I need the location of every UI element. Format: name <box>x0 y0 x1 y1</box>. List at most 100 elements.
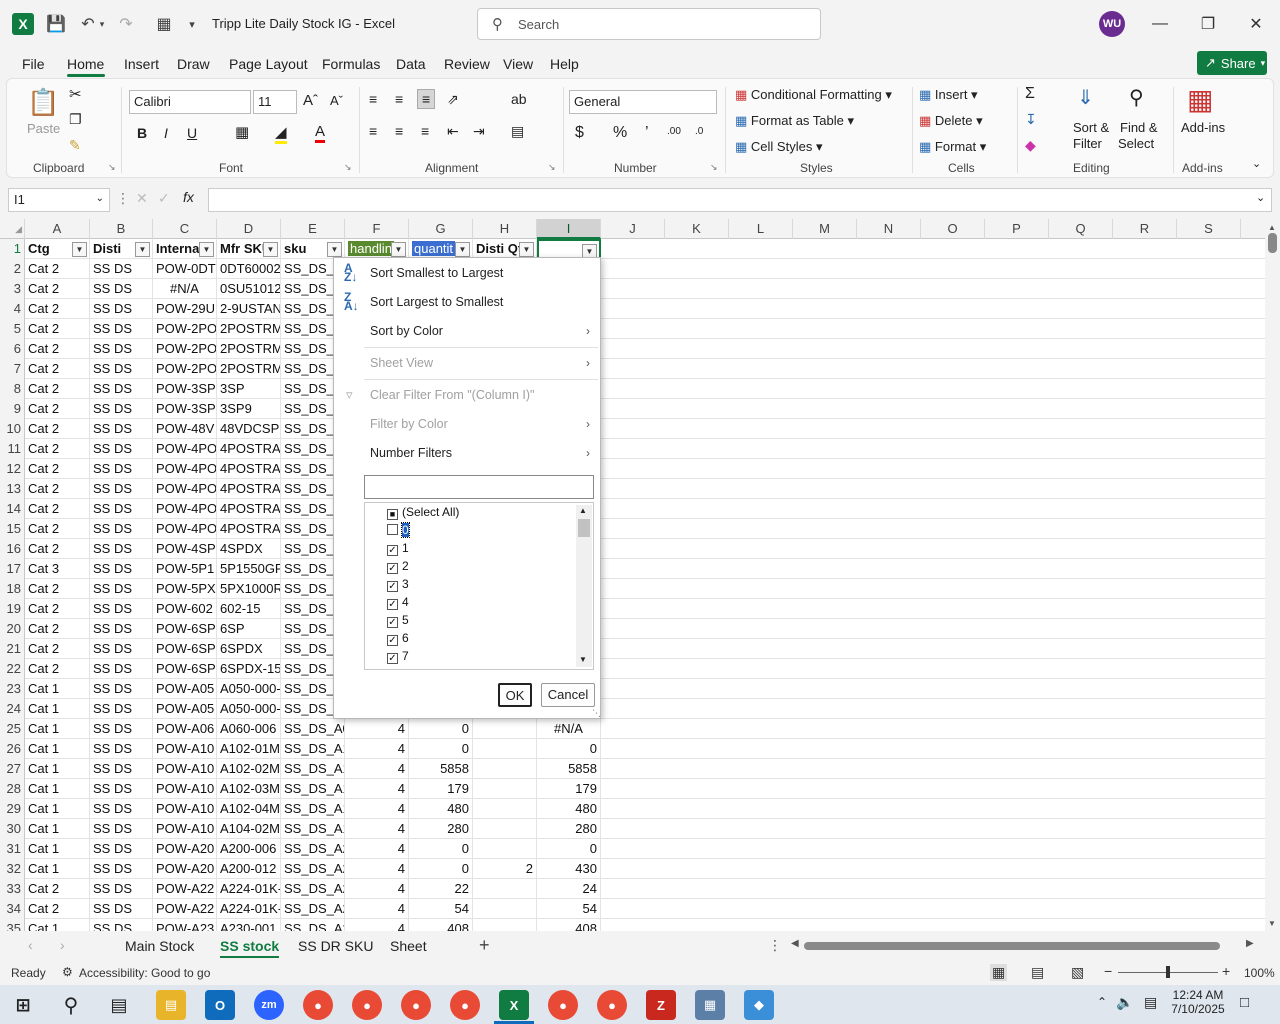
font-launcher-icon[interactable]: ↘ <box>344 162 352 173</box>
row-header[interactable]: 19 <box>0 599 25 619</box>
restore-icon[interactable]: ❐ <box>1193 10 1223 38</box>
column-header-b[interactable]: B <box>90 219 153 239</box>
minimize-icon[interactable]: — <box>1145 10 1175 38</box>
hscroll-right-icon[interactable]: ▶ <box>1246 938 1254 949</box>
cell-b[interactable]: SS DS <box>90 399 153 419</box>
align-middle-icon[interactable]: ≡ <box>395 91 403 107</box>
cell-a[interactable]: Cat 2 <box>25 259 90 279</box>
borders-icon[interactable]: ▦ <box>235 123 249 141</box>
cell-h[interactable] <box>473 799 537 819</box>
chrome-icon[interactable]: ● <box>303 990 333 1020</box>
ok-button[interactable]: OK <box>498 683 532 707</box>
vertical-scrollbar[interactable]: ▲ ▼ <box>1265 219 1280 931</box>
align-center-icon[interactable]: ≡ <box>395 123 403 139</box>
cell-f[interactable]: 4 <box>345 839 409 859</box>
close-icon[interactable]: ✕ <box>1241 10 1271 38</box>
start-icon[interactable]: ⊞ <box>8 990 38 1020</box>
align-bottom-icon[interactable]: ≡ <box>417 89 436 109</box>
chrome-icon[interactable]: ● <box>450 990 480 1020</box>
cell-c[interactable]: POW-4PO <box>153 459 217 479</box>
sheet-tab-sheet[interactable]: Sheet <box>390 938 427 954</box>
cell-c[interactable]: POW-A20 <box>153 859 217 879</box>
cell-i[interactable]: 480 <box>537 799 601 819</box>
cell-d[interactable]: A102-04M <box>217 799 281 819</box>
decrease-indent-icon[interactable]: ⇤ <box>447 123 459 140</box>
cell-a[interactable]: Cat 2 <box>25 419 90 439</box>
filter-value-item[interactable]: 0 <box>387 521 410 539</box>
find-select-icon[interactable]: ⚲ <box>1129 85 1144 110</box>
tab-split-icon[interactable]: ⋮ <box>768 937 782 954</box>
cell-e[interactable]: SS_DS_A2 <box>281 899 345 919</box>
row-header[interactable]: 20 <box>0 619 25 639</box>
sort-filter-label-2[interactable]: Filter <box>1073 136 1102 151</box>
row-header[interactable]: 23 <box>0 679 25 699</box>
cell-d[interactable]: 3SP <box>217 379 281 399</box>
wrap-text-icon[interactable]: ab <box>511 91 527 107</box>
chrome-icon[interactable]: ● <box>352 990 382 1020</box>
cell-a[interactable]: Cat 2 <box>25 539 90 559</box>
cell-e[interactable]: SS_DS_A1 <box>281 799 345 819</box>
cell-f[interactable]: 4 <box>345 779 409 799</box>
cell-d[interactable]: A224-01K- <box>217 899 281 919</box>
cell-c[interactable]: POW-A10 <box>153 819 217 839</box>
row-header[interactable]: 14 <box>0 499 25 519</box>
header-cell[interactable]: handlin ▼ <box>345 239 409 259</box>
cell-b[interactable]: SS DS <box>90 599 153 619</box>
filter-value-item[interactable]: ✓ 4 <box>387 593 409 611</box>
cell-d[interactable]: 6SPDX-15 <box>217 659 281 679</box>
row-header[interactable]: 21 <box>0 639 25 659</box>
cell-h[interactable] <box>473 739 537 759</box>
cell-a[interactable]: Cat 2 <box>25 899 90 919</box>
cell-a[interactable]: Cat 2 <box>25 339 90 359</box>
row-header[interactable]: 5 <box>0 319 25 339</box>
cell-a[interactable]: Cat 1 <box>25 839 90 859</box>
fill-icon[interactable]: ↧ <box>1025 111 1037 128</box>
confirm-entry-icon[interactable]: ✓ <box>158 190 170 207</box>
cell-c[interactable]: POW-3SP <box>153 379 217 399</box>
cell-a[interactable]: Cat 2 <box>25 619 90 639</box>
clipboard-launcher-icon[interactable]: ↘ <box>108 162 116 173</box>
sort-largest-to-smallest[interactable]: Sort Largest to Smallest <box>370 295 503 309</box>
cell-d[interactable]: 4SPDX <box>217 539 281 559</box>
cell-c[interactable]: POW-5P1 <box>153 559 217 579</box>
cell-d[interactable]: A050-000- <box>217 679 281 699</box>
cell-g[interactable]: 0 <box>409 839 473 859</box>
cell-d[interactable]: 4POSTRAI <box>217 459 281 479</box>
chrome-icon[interactable]: ● <box>548 990 578 1020</box>
checkbox-checked-icon[interactable]: ✓ <box>387 599 398 610</box>
cell-g[interactable]: 5858 <box>409 759 473 779</box>
row-header[interactable]: 4 <box>0 299 25 319</box>
cell-c[interactable]: POW-A05 <box>153 699 217 719</box>
cell-b[interactable]: SS DS <box>90 279 153 299</box>
cell-g[interactable]: 408 <box>409 919 473 931</box>
column-header-a[interactable]: A <box>25 219 90 239</box>
column-header-m[interactable]: M <box>793 219 857 239</box>
column-header-l[interactable]: L <box>729 219 793 239</box>
share-button[interactable]: ↗ Share ▾ <box>1197 51 1267 75</box>
cell-c[interactable]: POW-6SP <box>153 619 217 639</box>
cell-c[interactable]: POW-602 <box>153 599 217 619</box>
row-header[interactable]: 25 <box>0 719 25 739</box>
formula-input[interactable] <box>208 188 1272 212</box>
more-options-icon[interactable]: ⋮ <box>116 190 130 207</box>
cell-g[interactable]: 0 <box>409 739 473 759</box>
checkbox-checked-icon[interactable]: ✓ <box>387 635 398 646</box>
volume-icon[interactable]: 🔈 <box>1116 994 1133 1011</box>
header-cell[interactable]: Interna ▼ <box>153 239 217 259</box>
list-scroll-down-icon[interactable]: ▼ <box>579 655 587 664</box>
format-as-table-button[interactable]: ▦ Format as Table ▾ <box>735 113 854 129</box>
cell-b[interactable]: SS DS <box>90 819 153 839</box>
cell-d[interactable]: 5PX1000R <box>217 579 281 599</box>
cell-g[interactable]: 179 <box>409 779 473 799</box>
cell-b[interactable]: SS DS <box>90 759 153 779</box>
cell-h[interactable] <box>473 919 537 931</box>
cell-b[interactable]: SS DS <box>90 559 153 579</box>
cell-a[interactable]: Cat 2 <box>25 879 90 899</box>
worksheet-grid[interactable]: ◢ ABCDEFGHIJKLMNOPQRS 1 Ctg ▼ Disti ▼ Interna… <box>0 219 1265 931</box>
collapse-ribbon-icon[interactable]: ⌄ <box>1252 157 1261 170</box>
cell-f[interactable]: 4 <box>345 759 409 779</box>
redo-icon[interactable]: ↷ <box>114 12 138 36</box>
tab-help[interactable]: Help <box>550 56 579 72</box>
cell-b[interactable]: SS DS <box>90 919 153 931</box>
list-scroll-up-icon[interactable]: ▲ <box>579 506 587 515</box>
